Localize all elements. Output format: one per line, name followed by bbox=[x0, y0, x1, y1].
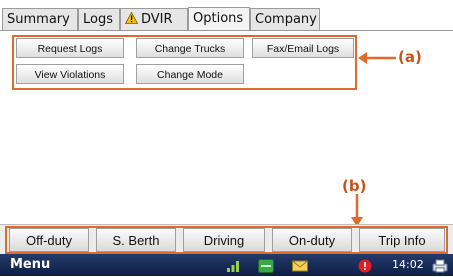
annotation-arrow-a bbox=[358, 52, 396, 64]
tab-divider bbox=[0, 30, 453, 31]
duty-status-bar: Off-duty S. Berth Driving On-duty Trip I… bbox=[0, 224, 453, 255]
tab-dvir[interactable]: DVIR bbox=[120, 8, 188, 30]
annotation-arrow-b bbox=[351, 194, 363, 227]
off-duty-button[interactable]: Off-duty bbox=[9, 228, 89, 252]
tab-bar: Summary Logs DVIR Options Company bbox=[0, 0, 453, 34]
tab-label: Summary bbox=[7, 12, 70, 27]
clock: 14:02 bbox=[392, 258, 424, 271]
change-trucks-button[interactable]: Change Trucks bbox=[136, 38, 244, 58]
menu-button[interactable]: Menu bbox=[0, 254, 70, 276]
taskbar: Menu 14:02 bbox=[0, 254, 453, 276]
request-logs-button[interactable]: Request Logs bbox=[16, 38, 124, 58]
trip-info-button[interactable]: Trip Info bbox=[359, 228, 445, 252]
warning-icon bbox=[124, 10, 139, 32]
content-area bbox=[0, 90, 453, 220]
tab-label: Options bbox=[193, 11, 244, 26]
tab-logs[interactable]: Logs bbox=[78, 8, 120, 30]
driving-button[interactable]: Driving bbox=[183, 228, 265, 252]
tab-company[interactable]: Company bbox=[250, 8, 320, 30]
options-panel: Request Logs Change Trucks Fax/Email Log… bbox=[12, 36, 356, 88]
change-mode-button[interactable]: Change Mode bbox=[136, 64, 244, 84]
fax-email-logs-button[interactable]: Fax/Email Logs bbox=[252, 38, 354, 58]
on-duty-button[interactable]: On-duty bbox=[272, 228, 352, 252]
tab-label: Logs bbox=[83, 12, 113, 27]
hos-icon[interactable] bbox=[258, 258, 274, 273]
sleeper-berth-button[interactable]: S. Berth bbox=[96, 228, 176, 252]
tab-summary[interactable]: Summary bbox=[2, 8, 78, 30]
tab-label: DVIR bbox=[141, 12, 173, 27]
printer-icon[interactable] bbox=[432, 258, 448, 273]
annotation-label-a: (a) bbox=[398, 48, 422, 66]
annotation-label-b: (b) bbox=[342, 177, 367, 195]
mail-icon[interactable] bbox=[292, 258, 308, 272]
view-violations-button[interactable]: View Violations bbox=[16, 64, 124, 84]
tab-label: Company bbox=[255, 12, 317, 27]
signal-icon[interactable] bbox=[226, 258, 240, 272]
alert-icon[interactable] bbox=[358, 258, 372, 273]
tab-options[interactable]: Options bbox=[188, 7, 250, 31]
